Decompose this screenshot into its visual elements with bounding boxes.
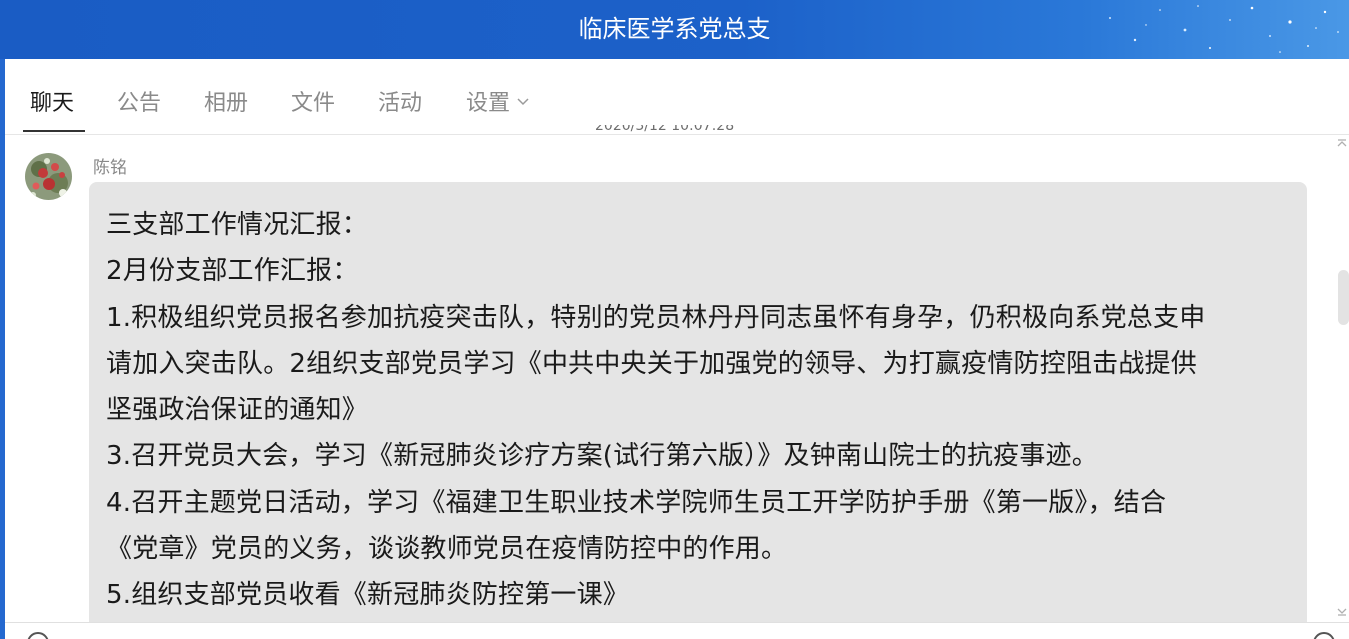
active-tab-indicator bbox=[23, 130, 85, 132]
avatar-image bbox=[25, 153, 72, 200]
tab-chat[interactable]: 聊天 bbox=[30, 89, 74, 119]
scroll-down-icon[interactable] bbox=[1335, 606, 1349, 618]
window-left-border bbox=[0, 59, 5, 639]
tab-settings-label: 设置 bbox=[466, 91, 511, 116]
sender-name[interactable]: 陈铭 bbox=[93, 157, 127, 179]
message-line: 三支部工作情况汇报： bbox=[106, 210, 369, 240]
scroll-up-icon[interactable] bbox=[1335, 137, 1349, 149]
chat-scrollbar[interactable] bbox=[1331, 135, 1349, 625]
message-line: 5.组织支部党员收看《新冠肺炎防控第一课》 bbox=[106, 580, 630, 611]
message-bubble[interactable]: 三支部工作情况汇报： 2月份支部工作汇报： 1.积极组织党员报名参加抗疫突击队，… bbox=[89, 182, 1307, 639]
tab-announcements[interactable]: 公告 bbox=[117, 89, 161, 119]
window-title: 临床医学系党总支 bbox=[578, 15, 771, 43]
message-line: 请加入突击队。2组织支部党员学习《中共中央关于加强党的领导、为打赢疫情防控阻击战… bbox=[106, 348, 1197, 379]
message-timestamp: 2020/3/12 10:07:28 bbox=[595, 125, 735, 134]
tab-files[interactable]: 文件 bbox=[291, 89, 335, 119]
chevron-down-icon bbox=[517, 98, 529, 106]
tab-settings[interactable]: 设置 bbox=[466, 89, 530, 119]
message-line: 坚强政治保证的通知》 bbox=[106, 395, 369, 426]
avatar[interactable] bbox=[25, 153, 72, 200]
emoji-icon[interactable] bbox=[27, 632, 49, 639]
tab-album[interactable]: 相册 bbox=[204, 89, 248, 119]
title-bar: 临床医学系党总支 bbox=[0, 0, 1349, 59]
message-line: 4.召开主题党日活动，学习《福建卫生职业技术学院师生员工开学防护手册《第一版》，… bbox=[106, 487, 1167, 518]
scrollbar-thumb[interactable] bbox=[1338, 270, 1349, 325]
message-line: 2月份支部工作汇报： bbox=[106, 256, 359, 287]
message-line: 1.积极组织党员报名参加抗疫突击队，特别的党员林丹丹同志虽怀有身孕，仍积极向系党… bbox=[106, 302, 1206, 333]
history-icon[interactable] bbox=[1313, 632, 1335, 639]
message-input-toolbar bbox=[5, 622, 1349, 639]
message-line: 3.召开党员大会，学习《新冠肺炎诊疗方案(试行第六版）》及钟南山院士的抗疫事迹。 bbox=[106, 441, 1098, 472]
tab-bar: 聊天 公告 相册 文件 活动 设置 bbox=[5, 59, 1349, 135]
message-line: 《党章》党员的义务，谈谈教师党员在疫情防控中的作用。 bbox=[106, 534, 788, 565]
tab-activities[interactable]: 活动 bbox=[378, 89, 422, 119]
